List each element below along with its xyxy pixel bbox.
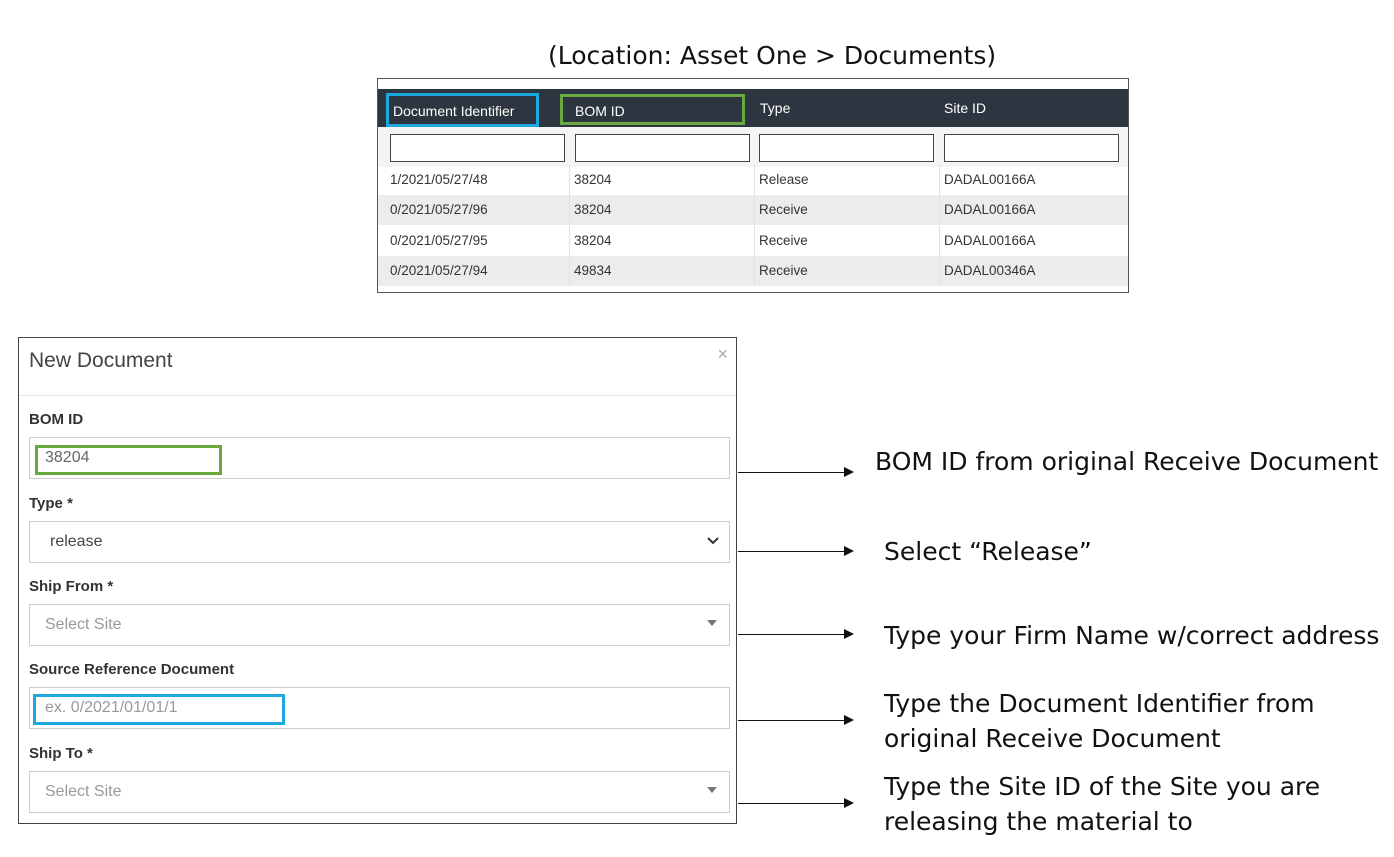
- column-header-type[interactable]: Type: [756, 89, 936, 127]
- ship-to-placeholder: Select Site: [45, 783, 122, 800]
- table-row[interactable]: 0/2021/05/27/95 38204 Receive DADAL00166…: [378, 226, 1128, 256]
- cell-document-identifier: 0/2021/05/27/95: [386, 226, 570, 256]
- column-header-document-identifier[interactable]: Document Identifier: [386, 93, 539, 127]
- cell-bom-id: 38204: [570, 165, 755, 195]
- cell-type: Release: [755, 165, 940, 195]
- annotation-ship-to-line-2: releasing the material to: [884, 807, 1193, 836]
- table-row[interactable]: 0/2021/05/27/94 49834 Receive DADAL00346…: [378, 256, 1128, 286]
- filter-document-identifier[interactable]: [390, 134, 565, 162]
- type-selected-value: release: [50, 533, 103, 550]
- cell-type: Receive: [755, 256, 940, 286]
- bom-id-value: 38204: [45, 449, 90, 466]
- filter-site-id[interactable]: [944, 134, 1119, 162]
- modal-title: New Document: [29, 349, 173, 372]
- cell-site-id: DADAL00346A: [944, 263, 1036, 278]
- table-row[interactable]: 0/2021/05/27/96 38204 Receive DADAL00166…: [378, 195, 1128, 225]
- location-caption: (Location: Asset One > Documents): [548, 41, 997, 70]
- documents-table: Document Identifier BOM ID Type Site ID …: [377, 78, 1129, 293]
- cell-document-identifier: 0/2021/05/27/94: [386, 256, 570, 286]
- new-document-modal: New Document × BOM ID 38204 Type * relea…: [18, 337, 737, 824]
- ship-from-select[interactable]: Select Site: [29, 604, 730, 646]
- annotation-bom-id: BOM ID from original Receive Document: [875, 447, 1379, 476]
- column-header-site-id[interactable]: Site ID: [940, 89, 1120, 127]
- filter-bom-id[interactable]: [575, 134, 750, 162]
- arrow-right-icon: [738, 715, 854, 725]
- modal-header: New Document ×: [19, 338, 736, 396]
- column-header-bom-id[interactable]: BOM ID: [560, 94, 745, 125]
- arrow-right-icon: [738, 629, 854, 639]
- cell-bom-id: 38204: [570, 195, 755, 225]
- cell-document-identifier: 0/2021/05/27/96: [386, 195, 570, 225]
- bom-id-label: BOM ID: [29, 411, 84, 428]
- ship-to-select[interactable]: Select Site: [29, 771, 730, 813]
- ship-from-placeholder: Select Site: [45, 616, 122, 633]
- filter-row: [378, 127, 1128, 167]
- filter-type[interactable]: [759, 134, 934, 162]
- arrow-right-icon: [738, 467, 854, 477]
- caret-down-icon: [707, 620, 717, 626]
- close-icon[interactable]: ×: [717, 344, 728, 365]
- source-reference-placeholder: ex. 0/2021/01/01/1: [45, 699, 178, 716]
- ship-from-label: Ship From *: [29, 578, 114, 595]
- annotation-ship-from: Type your Firm Name w/correct address: [884, 621, 1380, 650]
- annotation-ship-to-line-1: Type the Site ID of the Site you are: [884, 772, 1321, 801]
- arrow-right-icon: [738, 798, 854, 808]
- cell-document-identifier: 1/2021/05/27/48: [386, 165, 570, 195]
- annotation-source-ref-line-2: original Receive Document: [884, 724, 1221, 753]
- chevron-down-icon: [707, 537, 719, 545]
- table-row[interactable]: 1/2021/05/27/48 38204 Release DADAL00166…: [378, 165, 1128, 195]
- cell-type: Receive: [755, 195, 940, 225]
- cell-site-id: DADAL00166A: [944, 172, 1036, 187]
- cell-bom-id: 38204: [570, 226, 755, 256]
- ship-to-label: Ship To *: [29, 745, 93, 762]
- type-label: Type *: [29, 495, 73, 512]
- arrow-right-icon: [738, 546, 854, 556]
- type-select[interactable]: release: [29, 521, 730, 563]
- cell-site-id: DADAL00166A: [944, 233, 1036, 248]
- bom-id-input[interactable]: 38204: [29, 437, 730, 479]
- annotation-source-ref-line-1: Type the Document Identifier from: [884, 689, 1315, 718]
- caret-down-icon: [707, 787, 717, 793]
- source-reference-input[interactable]: ex. 0/2021/01/01/1: [29, 687, 730, 729]
- cell-bom-id: 49834: [570, 256, 755, 286]
- cell-site-id: DADAL00166A: [944, 202, 1036, 217]
- annotation-type: Select “Release”: [884, 537, 1092, 566]
- table-header: Document Identifier BOM ID Type Site ID: [378, 89, 1128, 127]
- source-reference-label: Source Reference Document: [29, 661, 235, 678]
- cell-type: Receive: [755, 226, 940, 256]
